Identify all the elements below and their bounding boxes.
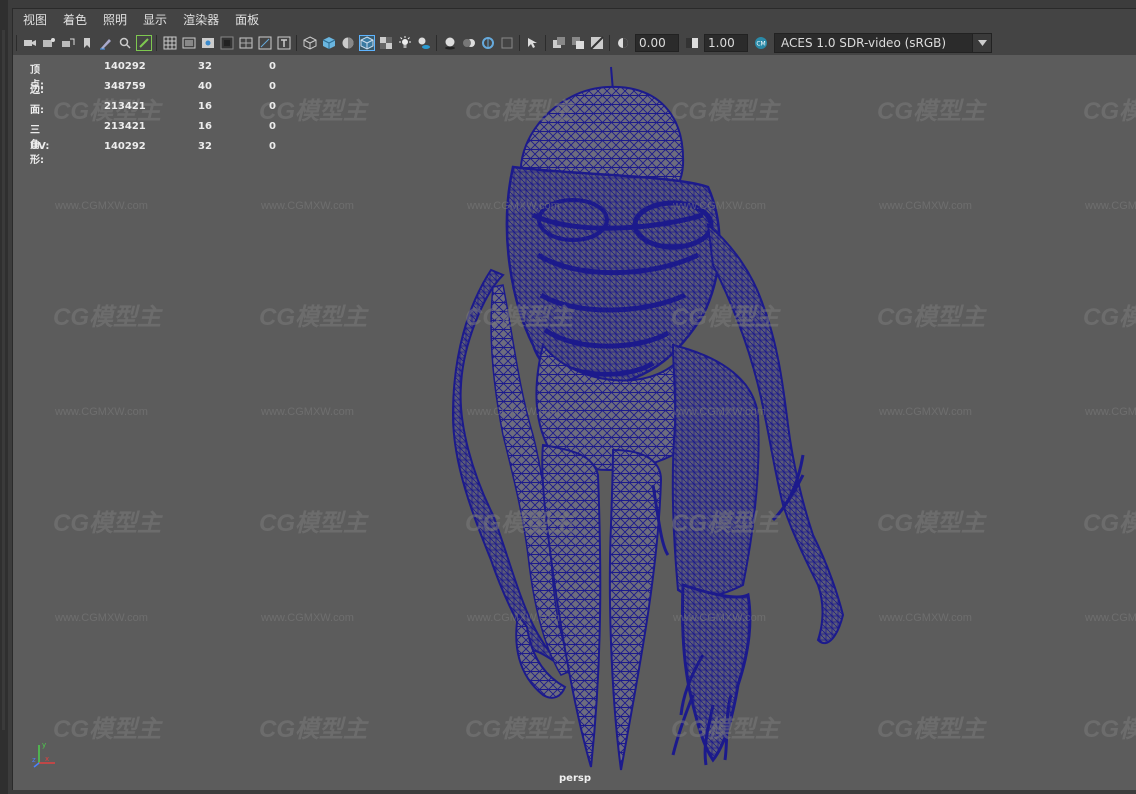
xray-icon[interactable] (379, 36, 393, 50)
hud-label: UV: (30, 141, 50, 152)
panel-menubar: 视图 着色 照明 显示 渲染器 面板 (13, 9, 1136, 31)
image-plane-icon[interactable] (80, 36, 94, 50)
chevron-down-icon[interactable] (972, 34, 991, 52)
use-all-lights-icon[interactable] (398, 36, 412, 50)
menu-shading[interactable]: 着色 (57, 9, 93, 31)
toolbar-separator (609, 35, 610, 51)
color-management-icon[interactable]: CM (754, 36, 768, 50)
toolbar-separator (436, 35, 437, 51)
depth-of-field-icon[interactable] (500, 36, 514, 50)
isolate-select-icon[interactable] (526, 36, 540, 50)
toolbar-separator (16, 35, 17, 51)
hud-value: 40 (198, 81, 212, 92)
exposure-icon[interactable] (616, 36, 630, 50)
hud-value: 0 (269, 81, 276, 92)
film-gate-icon[interactable] (182, 36, 196, 50)
toolbar-separator (296, 35, 297, 51)
hud-value: 140292 (104, 141, 146, 152)
toolbar-separator (519, 35, 520, 51)
menu-show[interactable]: 显示 (137, 9, 173, 31)
screen-space-ao-icon[interactable] (443, 36, 457, 50)
hud-value: 140292 (104, 61, 146, 72)
grid-icon[interactable] (163, 36, 177, 50)
hud-value: 16 (198, 101, 212, 112)
toolbar-separator (545, 35, 546, 51)
svg-text:x: x (45, 755, 49, 763)
safe-title-icon[interactable] (277, 36, 291, 50)
hud-value: 213421 (104, 121, 146, 132)
svg-text:y: y (42, 741, 46, 749)
svg-text:z: z (32, 756, 36, 764)
hud-value: 0 (269, 101, 276, 112)
menu-renderer[interactable]: 渲染器 (177, 9, 225, 31)
2d-pan-zoom-icon[interactable] (118, 36, 132, 50)
hud-value: 213421 (104, 101, 146, 112)
bookmarks-icon[interactable] (61, 36, 75, 50)
field-chart-icon[interactable] (239, 36, 253, 50)
hud-label: 边: (30, 85, 44, 96)
resolution-gate-icon[interactable] (201, 36, 215, 50)
maya-window: 视图 着色 照明 显示 渲染器 面板 0.00 1.00 CM ACES 1.0… (0, 0, 1136, 794)
wireframe-creature-model[interactable] (13, 55, 1136, 790)
grease-pencil-icon[interactable] (99, 36, 113, 50)
axis-gizmo-icon: y x z (32, 741, 55, 768)
menu-view[interactable]: 视图 (17, 9, 53, 31)
gamma-field[interactable]: 1.00 (704, 34, 748, 52)
select-camera-icon[interactable] (23, 36, 37, 50)
color-space-value: ACES 1.0 SDR-video (sRGB) (781, 36, 947, 50)
menu-panels[interactable]: 面板 (229, 9, 265, 31)
color-space-dropdown[interactable]: ACES 1.0 SDR-video (sRGB) (774, 33, 992, 53)
shadows-icon[interactable] (417, 36, 431, 50)
xray-joints-icon[interactable] (552, 36, 566, 50)
multisample-aa-icon[interactable] (481, 36, 495, 50)
panel-resize-handle[interactable] (2, 30, 5, 730)
hud-value: 348759 (104, 81, 146, 92)
camera-attributes-icon[interactable] (42, 36, 56, 50)
motion-blur-icon[interactable] (462, 36, 476, 50)
hud-label: 面: (30, 105, 44, 116)
toolbar-separator (156, 35, 157, 51)
wireframe-icon[interactable] (303, 36, 317, 50)
grease-pencil-tool-icon[interactable] (135, 35, 152, 51)
smooth-shade-all-icon[interactable] (322, 36, 336, 50)
left-side-strip (0, 0, 8, 794)
hud-value: 32 (198, 61, 212, 72)
3d-viewport[interactable]: CG模型主 CG模型主 CG模型主 CG模型主 CG模型主 CG模型主 CG模型… (13, 55, 1136, 790)
exposure-field[interactable]: 0.00 (635, 34, 679, 52)
panel-toolbar: 0.00 1.00 CM ACES 1.0 SDR-video (sRGB) (13, 31, 1136, 55)
menu-lighting[interactable]: 照明 (97, 9, 133, 31)
hud-value: 32 (198, 141, 212, 152)
safe-action-icon[interactable] (258, 36, 272, 50)
hud-value: 16 (198, 121, 212, 132)
viewport-panel: 视图 着色 照明 显示 渲染器 面板 0.00 1.00 CM ACES 1.0… (12, 8, 1136, 790)
wireframe-on-shaded-icon[interactable] (358, 35, 375, 51)
hud-value: 0 (269, 141, 276, 152)
hud-value: 0 (269, 121, 276, 132)
gate-mask-icon[interactable] (220, 36, 234, 50)
backface-culling-icon[interactable] (589, 36, 604, 50)
hud-value: 0 (269, 61, 276, 72)
gamma-icon[interactable] (685, 36, 699, 50)
camera-label: persp (559, 773, 591, 784)
svg-text:CM: CM (756, 41, 765, 48)
default-material-icon[interactable] (341, 36, 355, 50)
xray-active-components-icon[interactable] (571, 36, 585, 50)
